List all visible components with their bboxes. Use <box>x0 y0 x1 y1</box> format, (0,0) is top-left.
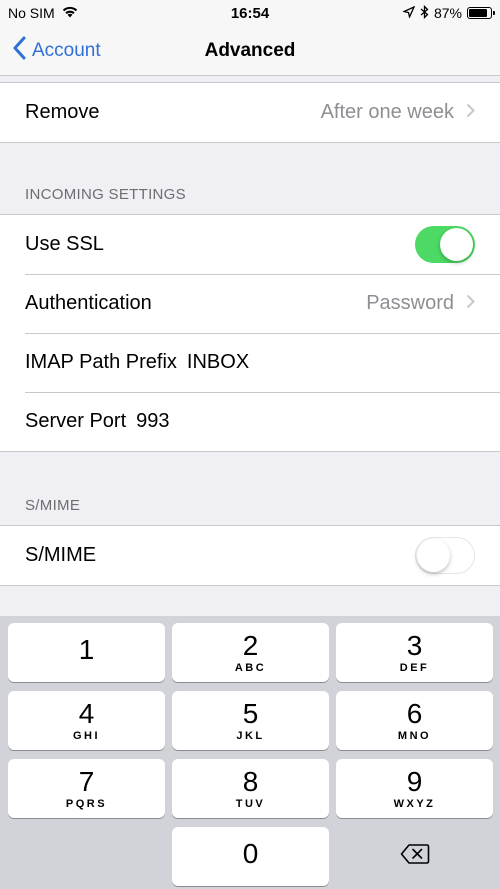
key-digit: 6 <box>406 698 423 729</box>
key-digit: 3 <box>406 630 423 661</box>
key-letters: ABC <box>234 662 267 674</box>
status-left: No SIM <box>8 5 79 21</box>
server-port-field[interactable]: 993 <box>136 410 169 433</box>
location-arrow-icon <box>401 5 416 21</box>
battery-icon <box>467 7 495 19</box>
chevron-left-icon <box>12 36 26 66</box>
key-letters: JKL <box>236 730 265 742</box>
remove-label: Remove <box>25 101 100 123</box>
key-digit: 5 <box>242 698 259 729</box>
authentication-label: Authentication <box>25 292 152 314</box>
authentication-row[interactable]: Authentication Password <box>0 274 500 333</box>
key-4[interactable]: 4 GHI <box>8 691 165 750</box>
key-letters: WXYZ <box>393 798 436 810</box>
toggle-knob <box>440 228 473 261</box>
chevron-right-icon <box>466 292 475 315</box>
use-ssl-row: Use SSL <box>0 215 500 274</box>
bluetooth-icon <box>420 4 429 22</box>
key-digit: 7 <box>78 766 95 797</box>
key-digit: 2 <box>242 630 259 661</box>
key-7[interactable]: 7 PQRS <box>8 759 165 818</box>
server-port-row[interactable]: Server Port 993 <box>0 392 500 451</box>
key-3[interactable]: 3 DEF <box>336 623 493 682</box>
key-letters: PQRS <box>65 798 108 810</box>
key-2[interactable]: 2 ABC <box>172 623 329 682</box>
carrier-label: No SIM <box>8 5 55 21</box>
imap-path-prefix-label: IMAP Path Prefix <box>25 351 177 373</box>
remove-value-wrap: After one week <box>321 101 475 124</box>
status-right: 87% <box>401 4 495 22</box>
key-1[interactable]: 1 <box>8 623 165 682</box>
battery-percent: 87% <box>433 5 462 21</box>
key-letters: MNO <box>397 730 432 742</box>
authentication-value: Password <box>366 292 454 314</box>
key-digit: 0 <box>242 837 259 869</box>
key-digit: 8 <box>242 766 259 797</box>
key-digit: 9 <box>406 766 423 797</box>
authentication-value-wrap: Password <box>366 292 475 315</box>
smime-label: S/MIME <box>25 544 97 566</box>
key-9[interactable]: 9 WXYZ <box>336 759 493 818</box>
key-5[interactable]: 5 JKL <box>172 691 329 750</box>
navigation-bar: Account Advanced <box>0 26 500 76</box>
use-ssl-toggle[interactable] <box>415 226 475 263</box>
key-digit: 1 <box>78 633 95 665</box>
key-digit: 4 <box>78 698 95 729</box>
imap-path-prefix-row[interactable]: IMAP Path Prefix INBOX <box>0 333 500 392</box>
key-letters: GHI <box>72 730 101 742</box>
key-6[interactable]: 6 MNO <box>336 691 493 750</box>
back-button-label: Account <box>32 40 101 61</box>
wifi-icon <box>61 5 79 21</box>
back-button[interactable]: Account <box>12 26 101 76</box>
backspace-icon <box>400 843 430 870</box>
status-bar: No SIM 16:54 87% <box>0 0 500 26</box>
key-letters: DEF <box>399 662 430 674</box>
key-letters: TUV <box>235 798 266 810</box>
remove-row[interactable]: Remove After one week <box>0 83 500 142</box>
use-ssl-label: Use SSL <box>25 233 104 255</box>
smime-header: S/MIME <box>25 497 81 514</box>
delete-key[interactable] <box>336 827 493 886</box>
toggle-knob <box>417 539 450 572</box>
incoming-settings-group: Use SSL Authentication Password IMAP Pat… <box>0 214 500 452</box>
imap-path-prefix-field[interactable]: INBOX <box>187 351 249 374</box>
battery-fill <box>469 9 488 17</box>
page-title: Advanced <box>204 39 296 61</box>
smime-group: S/MIME <box>0 525 500 586</box>
numeric-keypad: 1 2 ABC 3 DEF 4 GHI 5 JKL 6 MNO 7 PQRS 8… <box>0 616 500 889</box>
smime-row: S/MIME <box>0 526 500 585</box>
incoming-settings-header: INCOMING SETTINGS <box>25 186 186 203</box>
smime-toggle[interactable] <box>415 537 475 574</box>
remove-group: Remove After one week <box>0 82 500 143</box>
key-8[interactable]: 8 TUV <box>172 759 329 818</box>
remove-value: After one week <box>320 101 454 123</box>
chevron-right-icon <box>466 101 475 124</box>
server-port-label: Server Port <box>25 410 127 432</box>
key-0[interactable]: 0 <box>172 827 329 886</box>
